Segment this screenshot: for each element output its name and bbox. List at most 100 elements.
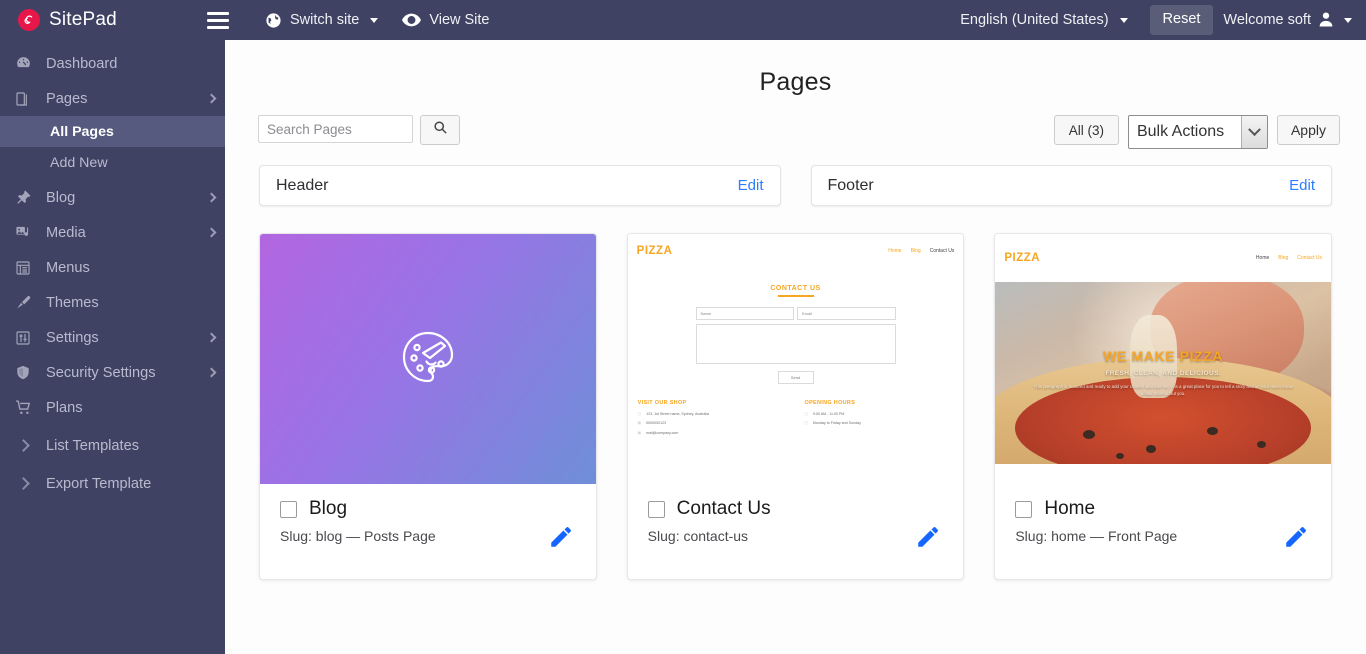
preview-hours-item: ▢ 9:00 AM - 11:00 PM <box>805 412 954 417</box>
sliders-icon <box>0 330 46 346</box>
preview-nav-home: Home <box>1255 255 1270 261</box>
sidebar-item-label: Security Settings <box>46 364 156 381</box>
header-edit-link[interactable]: Edit <box>738 177 764 194</box>
switch-site-button[interactable]: Switch site <box>253 0 390 40</box>
view-site-button[interactable]: View Site <box>390 0 501 40</box>
sitepad-logo-icon <box>18 9 40 31</box>
page-card-blog[interactable]: Blog Slug: blog — Posts Page <box>259 233 597 580</box>
sidebar-item-add-new[interactable]: Add New <box>0 147 225 178</box>
preview-bottom-bar <box>995 464 1332 482</box>
welcome-label: Welcome soft <box>1223 12 1311 28</box>
sidebar: Dashboard Pages All Pages Add New Blog M… <box>0 40 225 654</box>
filter-all-button[interactable]: All (3) <box>1053 115 1119 145</box>
card-title-row: Contact Us <box>647 498 944 520</box>
card-footer: Home Slug: home — Front Page <box>995 484 1331 579</box>
bulk-actions-select[interactable]: Bulk Actions <box>1127 115 1268 149</box>
card-thumbnail[interactable] <box>260 234 596 484</box>
sidebar-item-dashboard[interactable]: Dashboard <box>0 46 225 81</box>
hero-text-block: WE MAKE PIZZA FRESH, CLEAN, AND DELICIOU… <box>995 282 1331 464</box>
preview-shop-item: ▢ 123, 1st Street name, Sydney, Australia <box>638 412 787 417</box>
sidebar-item-all-pages[interactable]: All Pages <box>0 116 225 147</box>
card-title: Contact Us <box>676 498 771 519</box>
preview-hours-time: 9:00 AM - 11:00 PM <box>812 411 845 416</box>
card-thumbnail[interactable]: PIZZA Home Blog Contact Us WE MAKE PIZZA… <box>995 234 1332 484</box>
preview-shop-email: mail@company.com <box>646 430 679 435</box>
card-checkbox[interactable] <box>647 500 665 518</box>
search-group <box>258 115 460 145</box>
card-footer: Contact Us Slug: contact-us <box>628 484 964 579</box>
sidebar-item-themes[interactable]: Themes <box>0 285 225 320</box>
hero-title: WE MAKE PIZZA <box>1103 348 1224 365</box>
sidebar-item-export-template[interactable]: Export Template <box>0 466 225 501</box>
preview-nav-blog: Blog <box>910 247 921 254</box>
preview-shop-item: ▤ mail@company.com <box>638 431 787 436</box>
card-slug: Slug: home — Front Page <box>1015 528 1178 544</box>
header-row[interactable]: Header Edit <box>259 165 781 206</box>
chevron-right-icon <box>197 192 225 203</box>
preview-footer-columns: VISIT OUR SHOP ▢ 123, 1st Street name, Sy… <box>628 384 964 441</box>
toolbar-actions: All (3) Bulk Actions Apply <box>1053 115 1340 149</box>
page-card-contact-us[interactable]: PIZZA Home Blog Contact Us CONTACT US Na… <box>626 233 965 580</box>
sidebar-item-media[interactable]: Media <box>0 215 225 250</box>
preview-shop-column: VISIT OUR SHOP ▢ 123, 1st Street name, Sy… <box>638 400 787 441</box>
footer-row[interactable]: Footer Edit <box>810 165 1332 206</box>
preview-nav-home: Home <box>888 247 902 254</box>
user-menu[interactable] <box>1317 10 1366 31</box>
preview-logo: PIZZA <box>1004 252 1041 264</box>
sidebar-item-plans[interactable]: Plans <box>0 390 225 425</box>
sidebar-item-pages[interactable]: Pages <box>0 81 225 116</box>
sidebar-item-menus[interactable]: Menus <box>0 250 225 285</box>
main-content: Pages All (3) Bulk Actions Apply Head <box>225 40 1366 654</box>
card-thumbnail[interactable]: PIZZA Home Blog Contact Us CONTACT US Na… <box>627 234 964 484</box>
sidebar-item-label: Media <box>46 224 86 241</box>
cart-icon <box>0 399 46 416</box>
pages-icon <box>0 91 46 107</box>
preview-nav-links: Home Blog Contact Us <box>888 248 954 254</box>
phone-icon: ▤ <box>637 421 642 426</box>
card-slug: Slug: blog — Posts Page <box>280 528 436 544</box>
sidebar-item-label: Settings <box>46 329 99 346</box>
preview-shop-item: ▤ 0000000123 <box>638 421 787 426</box>
footer-edit-link[interactable]: Edit <box>1289 177 1315 194</box>
preview-hours-days: Monday to Friday and Sunday <box>812 421 861 426</box>
search-icon <box>433 120 448 140</box>
sidebar-item-list-templates[interactable]: List Templates <box>0 428 225 463</box>
pencil-icon[interactable] <box>1283 524 1309 555</box>
chevron-right-icon <box>0 439 46 452</box>
hamburger-icon[interactable] <box>207 0 231 40</box>
apply-button[interactable]: Apply <box>1276 115 1340 145</box>
sidebar-item-label: List Templates <box>46 437 140 454</box>
sidebar-item-label: Themes <box>46 294 99 311</box>
sidebar-item-blog[interactable]: Blog <box>0 180 225 215</box>
preview-logo: PIZZA <box>636 244 673 257</box>
sidebar-item-label: All Pages <box>50 123 114 140</box>
card-title: Blog <box>309 498 348 519</box>
search-button[interactable] <box>420 115 460 145</box>
card-title-row: Home <box>1015 498 1311 520</box>
card-title: Home <box>1044 498 1096 519</box>
hero-paragraph: This paragraph is featured and ready to … <box>1033 384 1293 396</box>
pencil-icon[interactable] <box>548 524 574 555</box>
chevron-down-icon <box>1344 17 1352 23</box>
eye-icon <box>402 13 422 27</box>
avatar <box>1317 10 1335 31</box>
sidebar-item-settings[interactable]: Settings <box>0 320 225 355</box>
brand[interactable]: SitePad <box>0 0 225 40</box>
hero-subtitle: FRESH, CLEAN, AND DELICIOUS. <box>1105 370 1222 378</box>
search-input[interactable] <box>258 115 413 143</box>
preview-message-field <box>695 323 896 364</box>
preview-shop-address: 123, 1st Street name, Sydney, Australia <box>646 411 709 416</box>
page-card-home[interactable]: PIZZA Home Blog Contact Us WE MAKE PIZZA… <box>994 233 1333 580</box>
language-selector[interactable]: English (United States) <box>948 0 1139 40</box>
sidebar-item-label: Dashboard <box>46 55 118 72</box>
preview-hours-item: ▢ Monday to Friday and Sunday <box>805 421 954 426</box>
header-row-label: Header <box>276 176 329 194</box>
pencil-icon[interactable] <box>915 524 941 555</box>
palette-icon <box>396 325 460 394</box>
card-checkbox[interactable] <box>1015 500 1033 518</box>
sidebar-item-security-settings[interactable]: Security Settings <box>0 355 225 390</box>
preview-nav-contact: Contact Us <box>1297 255 1323 261</box>
card-checkbox[interactable] <box>280 500 297 518</box>
media-icon <box>0 224 46 241</box>
reset-button[interactable]: Reset <box>1149 5 1214 35</box>
